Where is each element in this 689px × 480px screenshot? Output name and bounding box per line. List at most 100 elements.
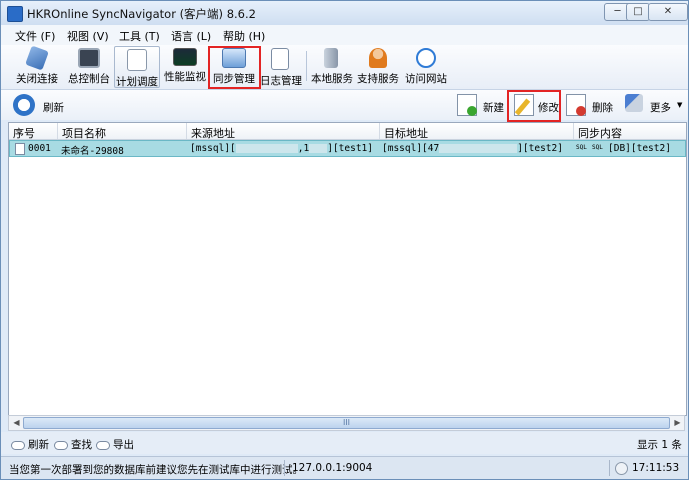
- column-divider[interactable]: [57, 123, 58, 139]
- row-target-address: [mssql][47 ][test2]: [382, 143, 563, 154]
- sync-manage-highlight: [208, 46, 261, 89]
- log-manage-label: 日志管理: [260, 75, 302, 87]
- record-count: 显示 1 条: [637, 439, 682, 451]
- console-button[interactable]: 总控制台: [67, 46, 111, 86]
- status-message: 当您第一次部署到您的数据库前建议您先在测试库中进行测试。: [9, 464, 303, 476]
- column-header-name[interactable]: 项目名称: [62, 125, 106, 141]
- source-prefix: [mssql][: [190, 143, 236, 154]
- project-table: 序号 项目名称 来源地址 目标地址 同步内容 0001 未命名-29808 [m…: [8, 122, 687, 416]
- bottom-refresh-label: 刷新: [28, 439, 49, 451]
- row-source-address: [mssql][ ,1 ][test1]: [190, 143, 373, 154]
- scroll-right-icon[interactable]: ▶: [671, 417, 684, 429]
- support-person-icon: [369, 48, 387, 68]
- close-button[interactable]: ✕: [648, 3, 688, 21]
- export-button[interactable]: 导出: [96, 437, 134, 452]
- find-button[interactable]: 查找: [54, 437, 92, 452]
- visit-website-button[interactable]: 访问网站: [405, 46, 447, 86]
- delete-button[interactable]: 删除: [564, 92, 614, 118]
- more-button[interactable]: 更多 ▼: [625, 92, 685, 118]
- tools-icon: [625, 94, 643, 112]
- plug-icon: [25, 45, 49, 71]
- status-divider: [609, 460, 610, 476]
- schedule-button[interactable]: 计划调度: [114, 46, 160, 88]
- redacted-region: [235, 144, 298, 153]
- schedule-icon: [127, 49, 147, 71]
- server-icon: [324, 48, 338, 68]
- more-label: 更多: [650, 102, 671, 114]
- refresh-label: 刷新: [43, 102, 64, 114]
- window-title: HKROnline SyncNavigator (客户端) 8.6.2: [27, 7, 256, 21]
- performance-button[interactable]: 性能监视: [163, 46, 207, 86]
- console-label: 总控制台: [68, 73, 110, 85]
- remove-badge-icon: [576, 106, 586, 116]
- support-service-label: 支持服务: [357, 73, 399, 85]
- status-divider: [284, 460, 285, 476]
- column-header-content[interactable]: 同步内容: [578, 125, 622, 141]
- main-toolbar: 关闭连接 总控制台 计划调度 性能监视 同步管理 日志管理 本地服务 支持服务 …: [1, 45, 688, 90]
- row-document-icon: [15, 143, 25, 155]
- sql-badge-icon: SQL: [592, 144, 603, 151]
- add-badge-icon: [467, 106, 477, 116]
- title-bar: HKROnline SyncNavigator (客户端) 8.6.2 ─ □ …: [1, 1, 688, 25]
- scroll-thumb[interactable]: III: [23, 417, 670, 429]
- log-search-icon: [271, 48, 289, 70]
- target-prefix: [mssql][47: [382, 143, 440, 154]
- server-address: 127.0.0.1:9004: [292, 462, 373, 474]
- delete-label: 删除: [592, 102, 613, 114]
- local-service-label: 本地服务: [311, 73, 353, 85]
- refresh-link-icon: [11, 440, 25, 450]
- app-window: HKROnline SyncNavigator (客户端) 8.6.2 ─ □ …: [0, 0, 689, 480]
- find-label: 查找: [71, 439, 92, 451]
- new-label: 新建: [483, 102, 504, 114]
- refresh-button[interactable]: 刷新: [13, 92, 69, 118]
- bottom-refresh-button[interactable]: 刷新: [11, 437, 49, 452]
- source-suffix: ][test1]: [327, 143, 373, 154]
- menu-bar: 文件 (F) 视图 (V) 工具 (T) 语言 (L) 帮助 (H): [1, 25, 688, 45]
- bottom-toolbar: 刷新 查找 导出 显示 1 条: [1, 432, 688, 454]
- table-header: 序号 项目名称 来源地址 目标地址 同步内容: [9, 123, 686, 140]
- target-suffix: ][test2]: [517, 143, 563, 154]
- redacted-region: [309, 144, 328, 153]
- export-label: 导出: [113, 439, 134, 451]
- app-logo-icon: [7, 6, 23, 22]
- toolbar-separator: [306, 51, 307, 81]
- refresh-icon: [13, 94, 35, 116]
- disconnect-button[interactable]: 关闭连接: [15, 45, 59, 86]
- column-divider[interactable]: [573, 123, 574, 139]
- menu-help[interactable]: 帮助 (H): [223, 28, 265, 44]
- performance-label: 性能监视: [164, 71, 206, 83]
- web-refresh-icon: [416, 48, 436, 68]
- dropdown-arrow-icon: ▼: [677, 101, 683, 109]
- visit-website-label: 访问网站: [405, 73, 447, 85]
- menu-file[interactable]: 文件 (F): [15, 28, 55, 44]
- status-time: 17:11:53: [632, 462, 680, 474]
- find-link-icon: [54, 440, 68, 450]
- table-row[interactable]: 0001 未命名-29808 [mssql][,1][test1] [mssql…: [9, 140, 686, 157]
- column-header-target[interactable]: 目标地址: [384, 125, 428, 141]
- menu-tools[interactable]: 工具 (T): [119, 28, 160, 44]
- column-header-source[interactable]: 来源地址: [191, 125, 235, 141]
- clock-icon: [615, 462, 628, 475]
- new-button[interactable]: 新建: [455, 92, 505, 118]
- support-service-button[interactable]: 支持服务: [357, 46, 399, 86]
- local-service-button[interactable]: 本地服务: [311, 46, 353, 86]
- horizontal-scrollbar[interactable]: ◀ III ▶: [8, 415, 685, 431]
- monitor-chart-icon: [173, 48, 197, 66]
- scroll-left-icon[interactable]: ◀: [10, 417, 23, 429]
- column-divider[interactable]: [379, 123, 380, 139]
- menu-view[interactable]: 视图 (V): [67, 28, 109, 44]
- action-toolbar: 刷新 新建 修改 删除 更多 ▼: [1, 90, 688, 120]
- export-link-icon: [96, 440, 110, 450]
- source-mid: ,1: [297, 143, 310, 154]
- column-header-index[interactable]: 序号: [13, 125, 35, 141]
- maximize-button[interactable]: □: [626, 3, 650, 21]
- log-manage-button[interactable]: 日志管理: [260, 46, 302, 87]
- row-index: 0001: [28, 143, 51, 154]
- disconnect-label: 关闭连接: [16, 73, 58, 85]
- redacted-region: [439, 144, 518, 153]
- column-divider[interactable]: [186, 123, 187, 139]
- menu-language[interactable]: 语言 (L): [171, 28, 211, 44]
- console-icon: [78, 48, 100, 68]
- edit-highlight: [507, 90, 561, 122]
- row-sync-content: [DB][test2]: [608, 143, 671, 154]
